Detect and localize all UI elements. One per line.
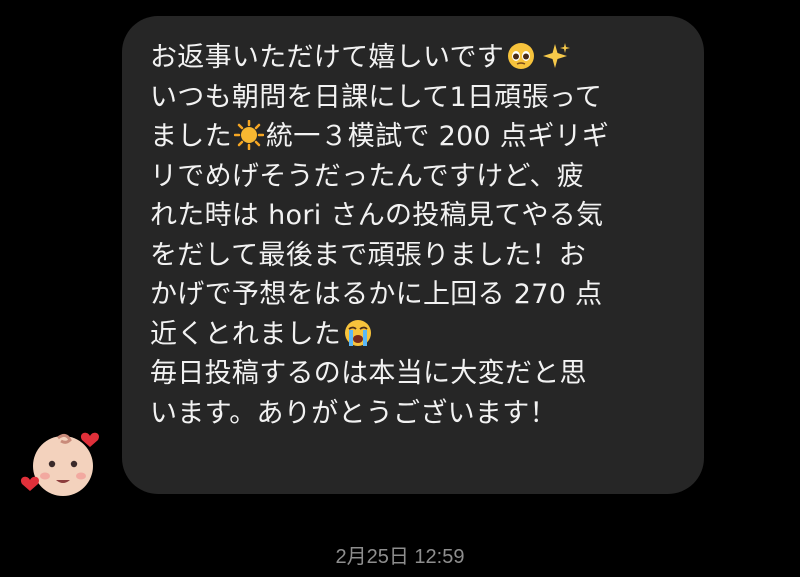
message-segment: 統一３模試で 200 点ギリギ リでめげそうだったんですけど、疲 れた時は ho… [150, 121, 610, 350]
message-timestamp: 2月25日 12:59 [335, 546, 465, 568]
chat-thread: お返事いただけて嬉しいです いつも朝問を日課にして1日頑張って ました 統一３模試… [0, 0, 800, 577]
message-bubble[interactable]: お返事いただけて嬉しいです いつも朝問を日課にして1日頑張って ました 統一３模試… [122, 16, 704, 494]
sun-emoji-icon [233, 120, 264, 150]
pleading-face-emoji-icon [508, 43, 535, 69]
sender-avatar[interactable] [18, 424, 108, 500]
message-text: お返事いただけて嬉しいです いつも朝問を日課にして1日頑張って ました 統一３模試… [150, 38, 678, 433]
message-segment: 毎日投稿するのは本当に大変だと思 います。ありがとうございます！ [150, 358, 587, 429]
baby-face-avatar-icon [20, 432, 100, 496]
sparkles-emoji-icon [543, 43, 571, 68]
loudly-crying-face-emoji-icon [345, 319, 372, 346]
message-segment: お返事いただけて嬉しいです [150, 42, 505, 73]
